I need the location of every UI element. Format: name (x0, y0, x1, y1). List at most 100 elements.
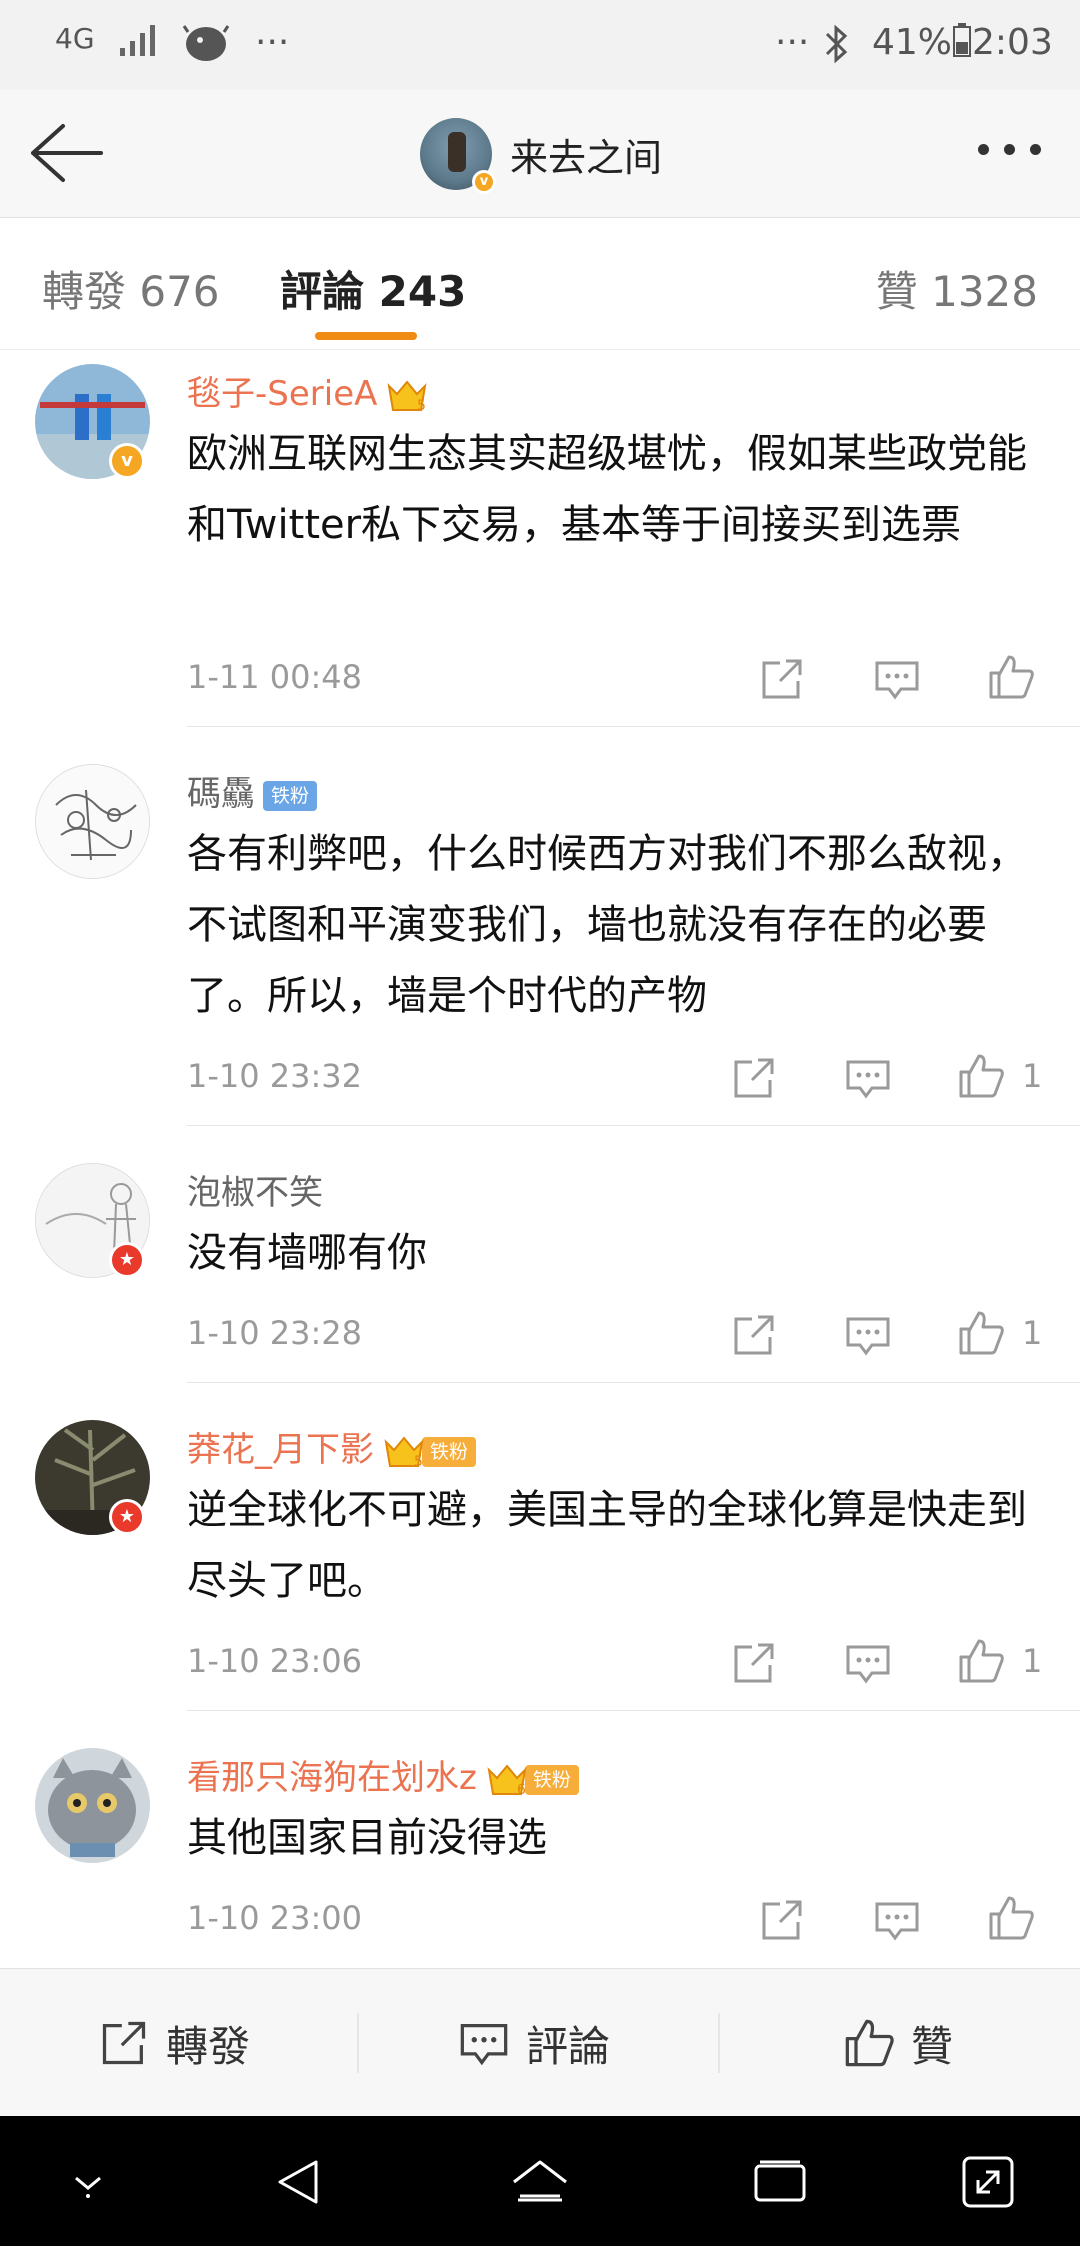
bottom-like-label: 贊 (911, 2021, 954, 2071)
bottom-repost-button[interactable]: 轉發 (98, 2013, 250, 2073)
star-badge-icon: ★ (109, 1242, 145, 1278)
bottom-action-bar: 轉發 評論 贊 (0, 1968, 1080, 2116)
header-profile[interactable]: v 来去之间 (420, 118, 663, 194)
signal-icon (118, 22, 162, 67)
reply-button[interactable] (844, 1311, 892, 1359)
reply-button[interactable] (844, 1054, 892, 1102)
header-avatar[interactable]: v (420, 118, 496, 194)
status-bar: 4G ··· ··· 41% 2:03 (0, 0, 1080, 90)
svg-text:5: 5 (417, 398, 426, 414)
like-button[interactable] (987, 1894, 1035, 1942)
bottom-comment-button[interactable]: 評論 (458, 2013, 610, 2073)
battery-indicator: 41% 2:03 (872, 22, 1053, 63)
reply-button[interactable] (873, 655, 921, 703)
comment-text: 欧洲互联网生态其实超级堪忧，假如某些政党能和Twitter私下交易，基本等于间接… (187, 431, 1027, 548)
weibo-comments-screen: 4G ··· ··· 41% 2:03 v 来去之间 轉發 676 評論 243… (0, 0, 1080, 2246)
comment-time: 1-11 00:48 (187, 658, 363, 696)
system-navigation-bar (0, 2116, 1080, 2246)
network-indicator: 4G (55, 22, 95, 55)
thumbs-up-icon (845, 2019, 894, 2067)
comment-divider (187, 1125, 1080, 1126)
nav-home-button[interactable] (510, 2152, 570, 2212)
comment-text: 逆全球化不可避，美国主导的全球化算是快走到尽头了吧。 (187, 1487, 1027, 1604)
more-status-icon: ··· (775, 22, 810, 63)
tab-reposts[interactable]: 轉發 676 (42, 258, 220, 319)
app-notification-icon (182, 22, 230, 75)
commenter-name[interactable]: 毯子-SerieA 5 (187, 366, 429, 416)
thumbs-up-icon (959, 1054, 1004, 1098)
battery-percent: 41% (872, 22, 953, 63)
like-count: 1 (1022, 1057, 1043, 1095)
svg-text:5: 5 (414, 1454, 423, 1470)
comment-icon (460, 2024, 508, 2066)
repost-icon (762, 659, 802, 699)
tab-bar: 轉發 676 評論 243 贊 1328 (0, 218, 1080, 350)
screen-expand-button[interactable] (958, 2152, 1018, 2212)
repost-icon (734, 1315, 774, 1355)
repost-icon (762, 1900, 802, 1940)
comment-text: 没有墙哪有你 (187, 1230, 427, 1276)
nav-back-button[interactable] (270, 2152, 330, 2212)
fan-badge: 铁粉 (524, 1764, 579, 1795)
like-button[interactable] (957, 1052, 1005, 1100)
repost-button[interactable] (730, 1311, 778, 1359)
commenter-name-text: 莽花_月下影 (187, 1430, 374, 1470)
avatar[interactable] (35, 1748, 150, 1863)
commenter-name[interactable]: 泡椒不笑 (187, 1165, 323, 1214)
more-notifications-icon: ··· (255, 22, 290, 63)
vip-crown-icon: 5 (382, 1432, 426, 1472)
back-arrow-icon (31, 124, 103, 182)
commenter-name[interactable]: 看那只海狗在划水z 6 铁粉 (187, 1750, 579, 1800)
comment-time: 1-10 23:28 (187, 1314, 363, 1352)
repost-icon (734, 1643, 774, 1683)
comment-icon (846, 1317, 890, 1356)
bottom-repost-label: 轉發 (166, 2021, 251, 2071)
thumbs-up-icon (989, 655, 1034, 699)
like-button[interactable] (957, 1309, 1005, 1357)
avatar[interactable] (35, 764, 150, 879)
nav-recents-button[interactable] (750, 2152, 810, 2212)
bottom-comment-label: 評論 (526, 2021, 611, 2071)
commenter-name-text: 毯子-SerieA (187, 374, 378, 414)
active-tab-indicator (315, 332, 417, 340)
reply-button[interactable] (844, 1639, 892, 1687)
top-nav-header: v 来去之间 (0, 90, 1080, 218)
vip-crown-icon: 5 (385, 376, 429, 416)
tab-comments[interactable]: 評論 243 (280, 258, 466, 319)
commenter-name[interactable]: 莽花_月下影 5 铁粉 (187, 1422, 477, 1472)
commenter-name-text: 泡椒不笑 (187, 1173, 323, 1213)
thumbs-up-icon (989, 1896, 1034, 1940)
comment-time: 1-10 23:32 (187, 1057, 363, 1095)
like-count: 1 (1022, 1642, 1043, 1680)
more-options-button[interactable] (970, 130, 1050, 170)
commenter-name[interactable]: 碼驫 铁粉 (187, 766, 318, 815)
like-button[interactable] (957, 1637, 1005, 1685)
bottom-bar-separator (718, 2013, 720, 2073)
repost-button[interactable] (730, 1054, 778, 1102)
thumbs-up-icon (959, 1639, 1004, 1683)
page-title: 来去之间 (510, 135, 663, 180)
repost-button[interactable] (758, 655, 806, 703)
comment-text: 其他国家目前没得选 (187, 1815, 547, 1861)
repost-icon (734, 1058, 774, 1098)
chevron-down-icon (75, 2176, 101, 2198)
like-button[interactable] (987, 653, 1035, 701)
back-button[interactable] (25, 118, 105, 188)
vip-crown-icon: 6 (485, 1760, 529, 1800)
comment-text: 各有利弊吧，什么时候西方对我们不那么敌视，不试图和平演变我们，墙也就没有存在的必… (187, 831, 1027, 1019)
comment-time: 1-10 23:00 (187, 1899, 363, 1937)
repost-button[interactable] (730, 1639, 778, 1687)
comment-divider (187, 1382, 1080, 1383)
svg-text:6: 6 (517, 1782, 526, 1798)
reply-button[interactable] (873, 1896, 921, 1944)
repost-button[interactable] (758, 1896, 806, 1944)
hide-keyboard-button[interactable] (58, 2152, 118, 2212)
fan-badge: 铁粉 (422, 1436, 477, 1467)
comment-icon (846, 1645, 890, 1684)
bluetooth-icon (823, 22, 851, 75)
comment-icon (875, 661, 919, 700)
bottom-bar-separator (357, 2013, 359, 2073)
like-count: 1 (1022, 1314, 1043, 1352)
tab-likes[interactable]: 贊 1328 (876, 258, 1038, 319)
bottom-like-button[interactable]: 贊 (843, 2013, 953, 2073)
